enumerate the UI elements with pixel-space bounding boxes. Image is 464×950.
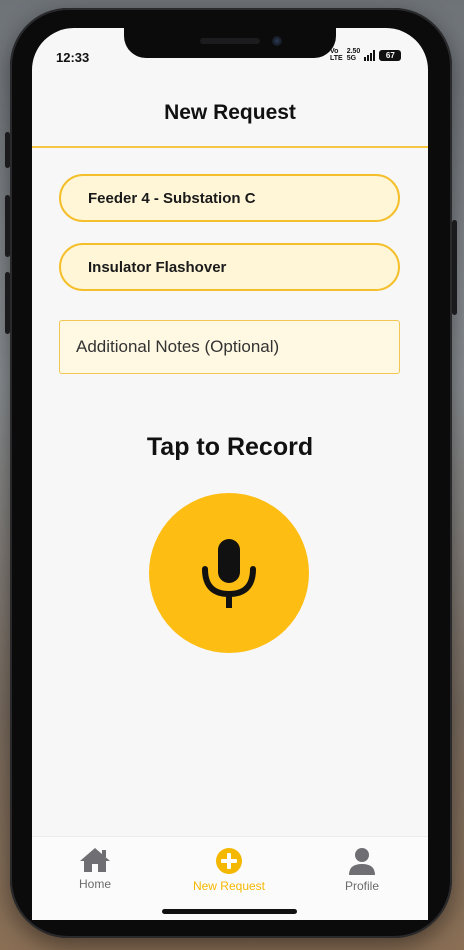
feeder-field-value: Feeder 4 - Substation C [88,189,256,207]
signal-icon [364,49,376,61]
data-speed-top-text: 2.50 [346,48,361,55]
additional-notes-field[interactable]: Additional Notes (Optional) [59,320,400,374]
silent-switch [5,132,10,168]
data-speed-indicator: 2.50 5G [347,48,361,62]
volte-top-text: Vo [330,48,339,55]
app-screen [32,28,428,920]
tab-home-label: Home [78,877,111,891]
power-button [452,220,457,315]
tab-profile[interactable]: Profile [307,847,417,893]
status-icons: Vo LTE 2.50 5G 67 [330,48,402,62]
fault-type-field-value: Insulator Flashover [88,258,227,276]
plus-circle-icon [216,848,242,874]
fault-type-field[interactable]: Insulator Flashover [59,243,400,291]
home-indicator[interactable] [162,909,297,914]
microphone-icon [202,539,256,608]
record-label: Tap to Record [146,433,314,461]
header-divider [32,146,428,148]
additional-notes-placeholder: Additional Notes (Optional) [76,337,280,356]
person-icon [349,848,375,875]
data-speed-bottom-text: 5G [346,55,357,62]
volte-bottom-text: LTE [330,55,343,62]
feeder-field[interactable]: Feeder 4 - Substation C [59,174,400,222]
tab-home[interactable]: Home [40,847,150,891]
volume-up-button [5,195,10,257]
tab-new-request-label: New Request [192,879,266,893]
home-icon [80,848,110,872]
battery-level: 67 [385,50,395,60]
front-camera [272,36,282,46]
volume-down-button [5,272,10,334]
tab-new-request[interactable]: New Request [174,847,284,893]
battery-icon: 67 [379,49,402,61]
record-button[interactable] [149,493,309,653]
earpiece-speaker [200,38,260,44]
page-title: New Request [164,101,296,124]
volte-indicator: Vo LTE [330,48,343,62]
status-time: 12:33 [56,50,90,65]
tab-profile-label: Profile [344,879,379,893]
